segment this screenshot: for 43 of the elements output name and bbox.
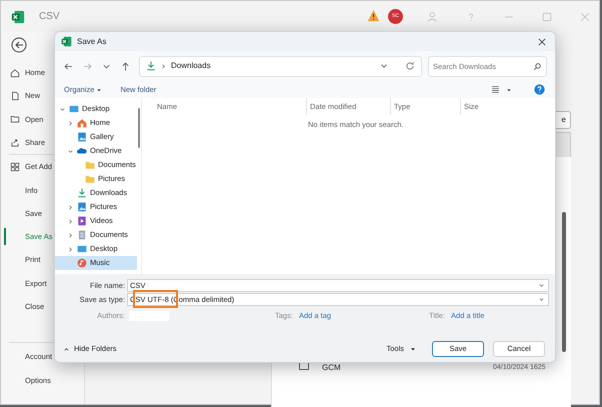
excel-logo-icon bbox=[61, 36, 72, 47]
document-icon bbox=[77, 230, 87, 240]
video-icon bbox=[77, 216, 87, 226]
picture-icon bbox=[77, 202, 87, 212]
grid-icon bbox=[10, 162, 20, 172]
help-icon bbox=[534, 84, 545, 95]
chevron-right-icon[interactable] bbox=[67, 120, 74, 126]
document-icon bbox=[10, 90, 20, 101]
desktop-icon bbox=[69, 104, 79, 114]
music-icon bbox=[77, 258, 87, 268]
chevron-up-icon bbox=[63, 346, 70, 352]
chevron-down-icon[interactable] bbox=[59, 106, 66, 112]
home-icon bbox=[10, 68, 20, 78]
share-icon bbox=[10, 138, 20, 148]
file-name: GCM bbox=[322, 362, 341, 374]
list-view-icon[interactable] bbox=[491, 85, 500, 94]
caret-icon bbox=[506, 86, 512, 92]
dialog-title: Save As bbox=[77, 36, 106, 48]
download-icon bbox=[77, 188, 87, 198]
caret-icon bbox=[96, 86, 102, 92]
address-bar[interactable]: Downloads bbox=[139, 56, 422, 76]
chevron-right-icon[interactable] bbox=[67, 246, 74, 252]
search-icon bbox=[533, 62, 542, 70]
refresh-icon bbox=[405, 61, 415, 71]
home-icon bbox=[77, 118, 87, 128]
cloud-icon bbox=[77, 146, 87, 156]
download-icon bbox=[146, 61, 156, 71]
chevron-right-icon[interactable] bbox=[67, 232, 74, 238]
scrollbar bbox=[138, 108, 140, 148]
folder-icon bbox=[10, 114, 20, 124]
caret-icon bbox=[410, 346, 416, 352]
up-arrow-icon[interactable] bbox=[120, 60, 131, 72]
warning-icon bbox=[367, 9, 380, 22]
excel-logo-icon bbox=[11, 10, 25, 24]
desktop-icon bbox=[77, 244, 87, 254]
chevron-down-icon[interactable] bbox=[67, 148, 74, 154]
close-icon[interactable] bbox=[537, 36, 547, 46]
back-arrow-icon[interactable] bbox=[63, 60, 74, 72]
chevron-right-icon bbox=[160, 62, 167, 70]
window-title: CSV bbox=[39, 10, 60, 24]
chevron-right-icon[interactable] bbox=[67, 204, 74, 210]
chevron-right-icon[interactable] bbox=[67, 218, 74, 224]
picture-icon bbox=[77, 132, 87, 142]
